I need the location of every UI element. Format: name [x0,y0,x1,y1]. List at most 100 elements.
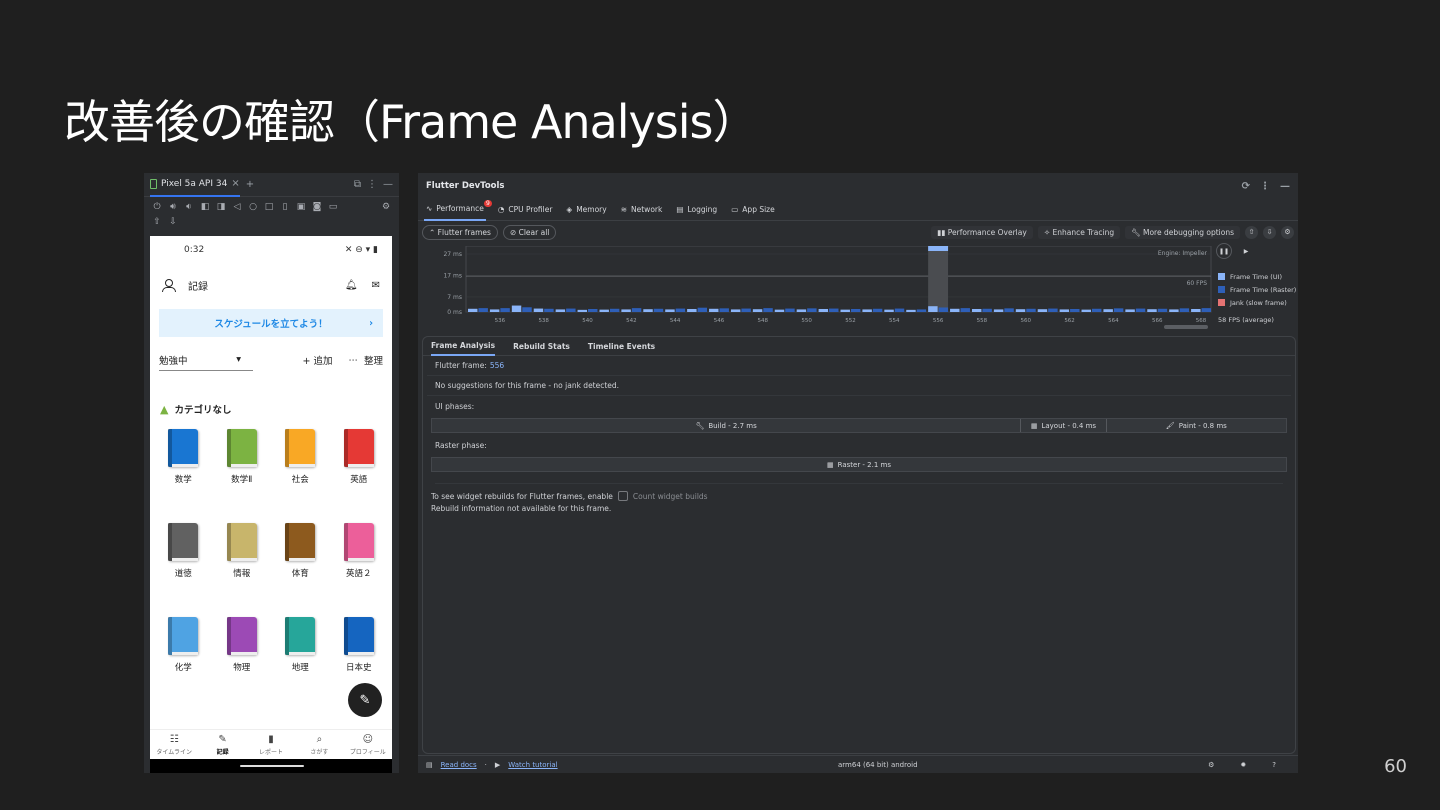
book-item[interactable]: 数学Ⅱ [213,429,272,501]
nav-item[interactable]: ✎ 記録 [198,730,246,759]
book-item[interactable]: 体育 [271,523,330,595]
book-item[interactable]: 物理 [213,617,272,689]
frame-bar [752,309,763,312]
nav-item[interactable]: ☺ プロフィール [344,730,392,759]
frames-chart[interactable]: 27 ms 17 ms 7 ms 0 ms 60 FPS Engine: Impeller… [426,246,1218,326]
status-filter-select[interactable]: 勉強中 ▾ [159,349,253,371]
frame-bar [785,308,795,312]
chart-scrollbar[interactable] [1164,325,1208,329]
tab-logging[interactable]: ▤ Logging [674,199,719,221]
phone-screen: 0:32 ✕ ⊖ ▾ ▮ 記録 🔔︎ ✉ スケジュールを立てよう！ › 勉強中 … [150,236,392,773]
book-icon [285,617,316,655]
flutter-frames-toggle[interactable]: ⌃ Flutter frames [422,224,498,240]
add-tab-icon[interactable]: + [246,179,254,190]
chart-controls: ❚❚ ▶ [1216,243,1254,259]
pause-icon[interactable]: ❚❚ [1216,243,1232,259]
minimize-icon[interactable]: — [1280,181,1290,192]
frame-bar [522,307,532,312]
paint-phase[interactable]: 🖌︎ Paint - 0.8 ms [1107,419,1286,432]
device-tab[interactable]: Pixel 5a API 34 × [150,173,240,197]
book-item[interactable]: 英語２ [330,523,389,595]
settings-icon[interactable]: ⚙ [1208,761,1214,769]
record-icon[interactable]: ▭ [328,202,338,212]
minimize-icon[interactable]: — [383,179,393,190]
y-tick-label: 7 ms [447,294,462,301]
nav-item[interactable]: ☷ タイムライン [150,730,198,759]
devtools-footer: ▤ Read docs · ▶ Watch tutorial arm64 (64… [418,755,1298,773]
more-horiz-icon: ⋯ [348,354,358,366]
memory-icon: ◈ [566,205,573,214]
account-icon[interactable] [162,279,176,292]
external-window-icon[interactable]: ⧉ [354,179,361,190]
book-item[interactable]: 化学 [154,617,213,689]
nav-item[interactable]: ⌕ さがす [295,730,343,759]
tab-app-size[interactable]: ▭ App Size [729,199,777,221]
help-icon[interactable]: ? [1272,761,1276,769]
tab-memory[interactable]: ◈ Memory [564,199,608,221]
export-icon[interactable]: ⇧ [1245,225,1258,239]
analysis-panel: Frame Analysis Rebuild Stats Timeline Ev… [422,336,1296,754]
refresh-icon[interactable]: ⟳ [1242,181,1250,192]
add-record-fab[interactable]: ✎ [348,683,382,717]
rotate-right-icon[interactable]: ◨ [216,202,226,212]
tab-cpu-profiler[interactable]: ◔ CPU Profiler [496,199,555,221]
volume-down-icon[interactable]: 🔉︎ [184,202,194,212]
chart-legend: Frame Time (UI) Frame Time (Raster) Jank… [1218,270,1296,309]
status-bar: 0:32 ✕ ⊖ ▾ ▮ [150,236,392,264]
raster-phase[interactable]: ▦ Raster - 2.1 ms [432,458,1286,471]
tab-frame-analysis[interactable]: Frame Analysis [431,337,496,356]
frames-chart-svg[interactable]: 27 ms 17 ms 7 ms 0 ms 60 FPS Engine: Impeller… [426,246,1218,326]
bug-icon[interactable]: ✹ [1240,761,1246,769]
import-icon[interactable]: ⇩ [1263,225,1276,239]
book-item[interactable]: 日本史 [330,617,389,689]
book-item[interactable]: 地理 [271,617,330,689]
book-item[interactable]: 社会 [271,429,330,501]
volume-up-icon[interactable]: 🔊︎ [168,202,178,212]
tab-performance[interactable]: ∿ Performance 9 [424,199,492,221]
watch-tutorial-link[interactable]: Watch tutorial [508,761,557,769]
organize-button[interactable]: 整理 [364,353,383,367]
rotate-left-icon[interactable]: ◧ [200,202,210,212]
import-icon[interactable]: ⇩ [168,217,178,227]
performance-overlay-button[interactable]: ▮▮ Performance Overlay [931,225,1033,239]
export-icon[interactable]: ⇧ [152,217,162,227]
close-icon[interactable]: × [231,178,239,189]
overview-icon[interactable]: □ [264,202,274,212]
book-item[interactable]: 情報 [213,523,272,595]
more-options-icon[interactable]: ⋮ [1260,181,1270,192]
frame-bar [1157,308,1168,312]
back-icon[interactable]: ◁ [232,202,242,212]
more-debugging-button[interactable]: 🔧︎ More debugging options [1125,225,1240,239]
fold-icon[interactable]: ▯ [280,202,290,212]
build-phase[interactable]: 🔧︎ Build - 2.7 ms [432,419,1022,432]
platform-label: arm64 (64 bit) android [838,760,918,769]
nav-item[interactable]: ▮ レポート [247,730,295,759]
home-icon[interactable]: ○ [248,202,258,212]
tab-timeline-events[interactable]: Timeline Events [588,337,655,356]
read-docs-link[interactable]: Read docs [441,761,477,769]
mail-icon[interactable]: ✉ [372,280,380,291]
camera-icon[interactable]: ◙ [312,202,322,212]
clear-all-button[interactable]: ⊘ Clear all [502,224,557,240]
book-item[interactable]: 英語 [330,429,389,501]
tab-network[interactable]: ≋ Network [619,199,665,221]
add-button[interactable]: + 追加 [303,353,333,367]
frame-bar [1091,308,1102,312]
flutter-frame-number: 556 [489,361,505,370]
bell-icon[interactable]: 🔔︎ [345,280,358,291]
book-item[interactable]: 数学 [154,429,213,501]
enhance-tracing-button[interactable]: ✧ Enhance Tracing [1037,225,1121,239]
schedule-banner[interactable]: スケジュールを立てよう！ › [159,309,383,337]
snapshot-icon[interactable]: ▣ [296,202,306,212]
settings-icon[interactable]: ⚙ [381,202,391,212]
more-options-icon[interactable]: ⋮ [367,179,377,190]
book-item[interactable]: 道徳 [154,523,213,595]
tab-rebuild-stats[interactable]: Rebuild Stats [513,337,570,356]
frame-bar [993,309,1004,312]
layout-phase[interactable]: ▦ Layout - 0.4 ms [1021,419,1107,432]
count-widget-checkbox[interactable] [617,491,628,501]
video-icon: ▶ [494,760,501,769]
play-icon[interactable]: ▶ [1238,243,1254,259]
settings-icon[interactable]: ⚙ [1281,225,1294,239]
power-icon[interactable]: ⏻ [152,202,162,212]
